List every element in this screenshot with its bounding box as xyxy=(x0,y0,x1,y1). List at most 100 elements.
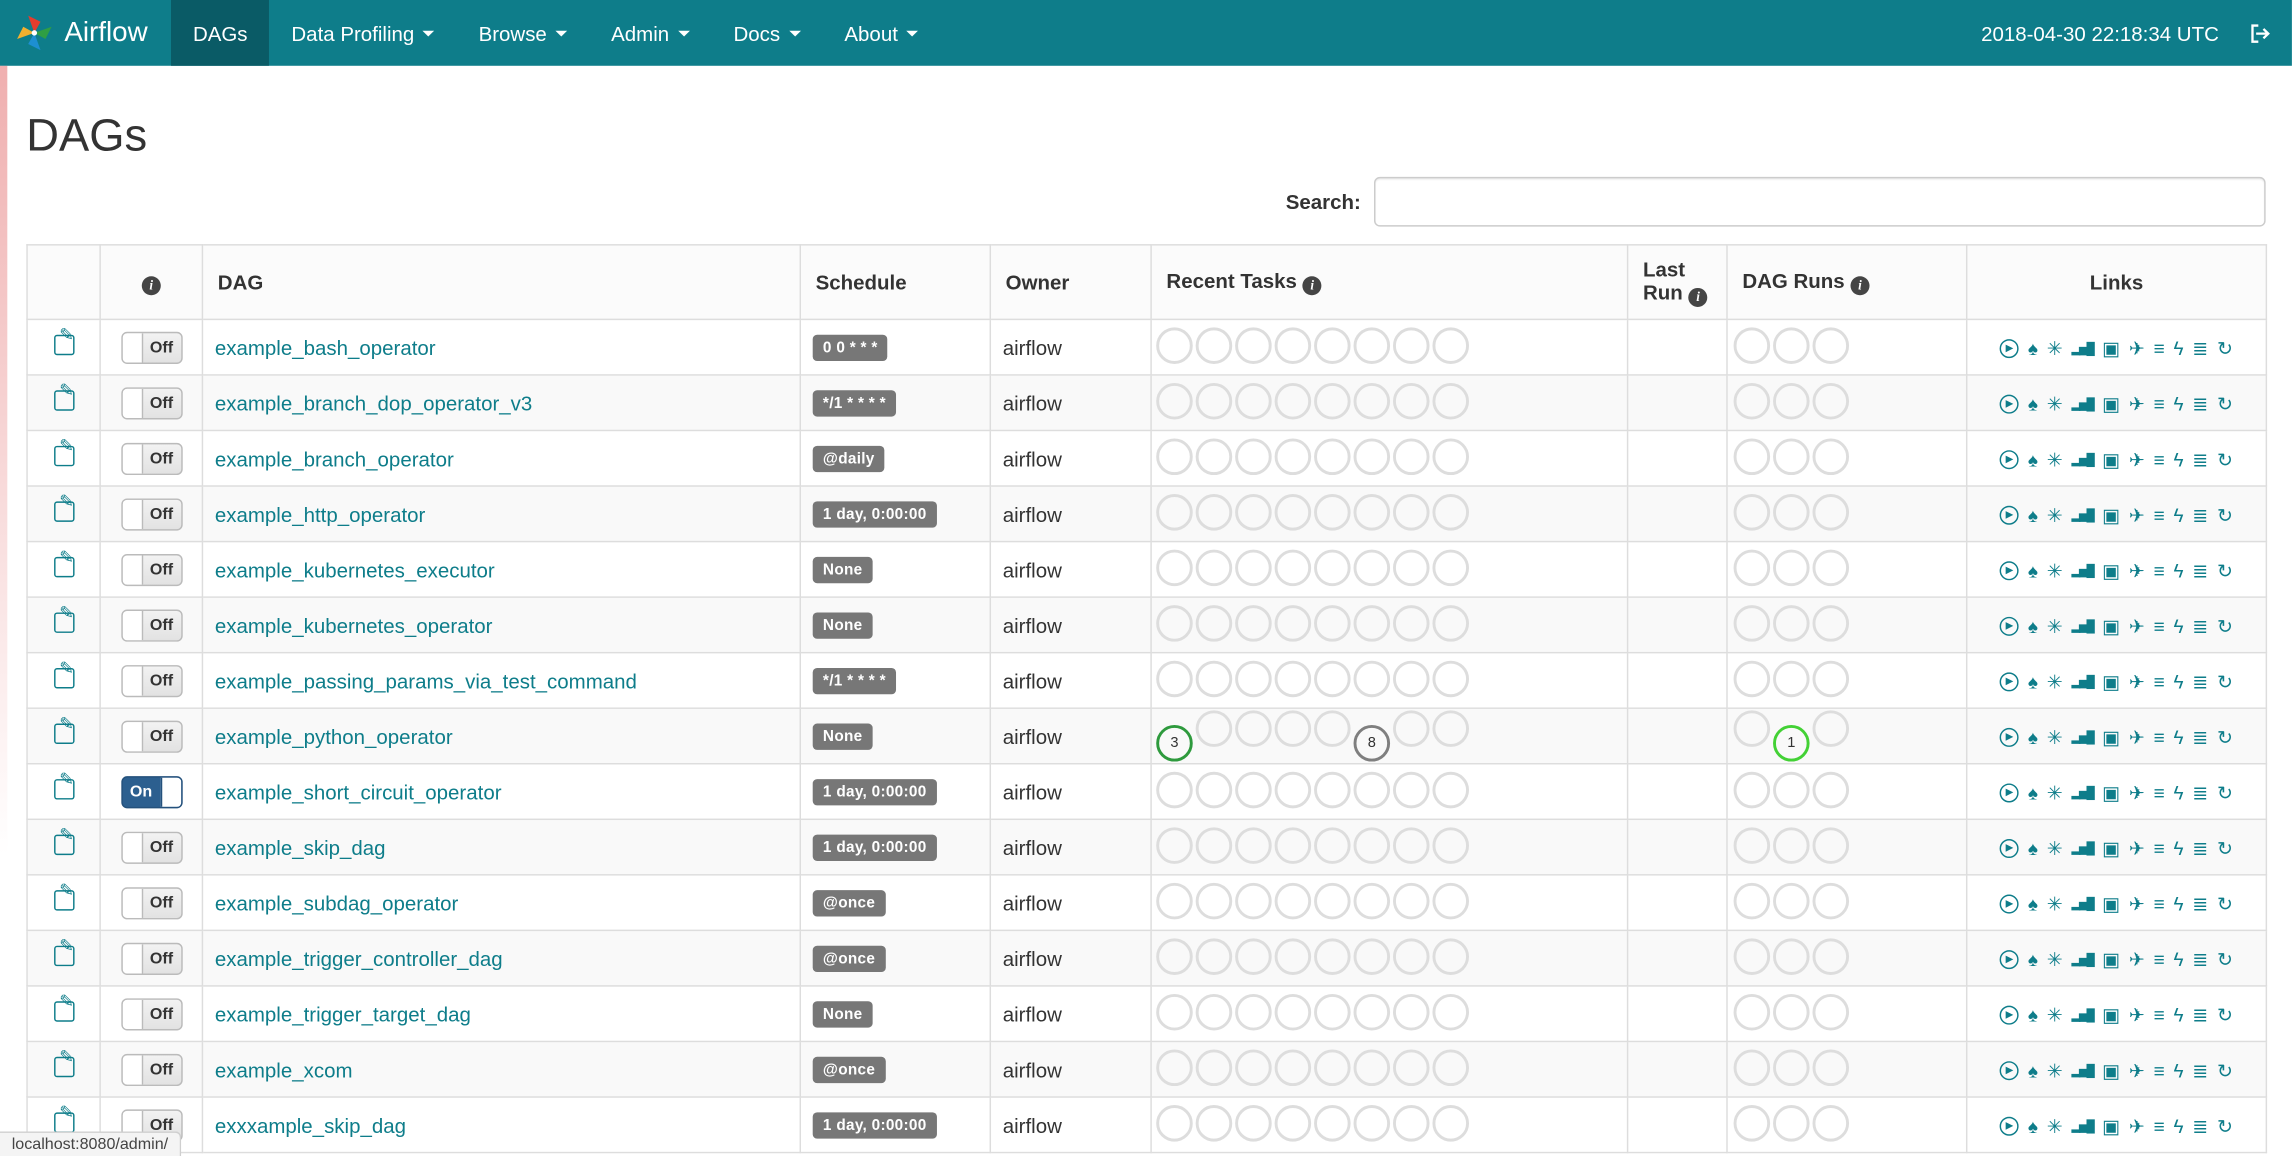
trigger-dag-icon[interactable]: ▶ xyxy=(2000,561,2020,581)
dag-link[interactable]: exxxample_skip_dag xyxy=(215,1113,406,1136)
gantt-view-icon[interactable]: ≡ xyxy=(2154,1006,2165,1025)
task-details-icon[interactable]: ≣ xyxy=(2192,1006,2208,1025)
edit-dag-icon[interactable] xyxy=(53,491,74,522)
tree-view-icon[interactable]: ♠ xyxy=(2028,617,2038,636)
dag-link[interactable]: example_kubernetes_executor xyxy=(215,558,495,581)
task-details-icon[interactable]: ≣ xyxy=(2192,895,2208,914)
dag-pause-toggle[interactable]: Off xyxy=(120,830,182,864)
refresh-icon[interactable]: ↻ xyxy=(2217,951,2233,970)
graph-view-icon[interactable]: ✳ xyxy=(2047,951,2063,970)
gantt-view-icon[interactable]: ≡ xyxy=(2154,951,2165,970)
task-duration-icon[interactable]: ▂▅█ xyxy=(2071,898,2094,911)
gantt-view-icon[interactable]: ≡ xyxy=(2154,562,2165,581)
task-tries-icon[interactable]: ▣ xyxy=(2102,617,2120,636)
gantt-view-icon[interactable]: ≡ xyxy=(2154,673,2165,692)
task-tries-icon[interactable]: ▣ xyxy=(2102,506,2120,525)
gantt-view-icon[interactable]: ≡ xyxy=(2154,506,2165,525)
landing-times-icon[interactable]: ✈ xyxy=(2129,395,2145,414)
dag-link[interactable]: example_subdag_operator xyxy=(215,891,458,914)
task-details-icon[interactable]: ≣ xyxy=(2192,1117,2208,1136)
graph-view-icon[interactable]: ✳ xyxy=(2047,895,2063,914)
task-tries-icon[interactable]: ▣ xyxy=(2102,1062,2120,1081)
task-duration-icon[interactable]: ▂▅█ xyxy=(2071,787,2094,800)
landing-times-icon[interactable]: ✈ xyxy=(2129,451,2145,470)
task-duration-icon[interactable]: ▂▅█ xyxy=(2071,953,2094,966)
dag-pause-toggle[interactable]: Off xyxy=(120,497,182,530)
graph-view-icon[interactable]: ✳ xyxy=(2047,1062,2063,1081)
nav-item-dags[interactable]: DAGs xyxy=(171,0,270,66)
dag-link[interactable]: example_xcom xyxy=(215,1058,353,1081)
recent-task-circle[interactable]: 8 xyxy=(1353,725,1391,762)
tree-view-icon[interactable]: ♠ xyxy=(2028,562,2038,581)
gantt-view-icon[interactable]: ≡ xyxy=(2154,340,2165,359)
task-tries-icon[interactable]: ▣ xyxy=(2102,951,2120,970)
tree-view-icon[interactable]: ♠ xyxy=(2028,895,2038,914)
refresh-icon[interactable]: ↻ xyxy=(2217,1062,2233,1081)
refresh-icon[interactable]: ↻ xyxy=(2217,340,2233,359)
nav-item-admin[interactable]: Admin xyxy=(589,0,711,66)
trigger-dag-icon[interactable]: ▶ xyxy=(2000,894,2020,914)
brand[interactable]: Airflow xyxy=(15,13,148,52)
dag-pause-toggle[interactable]: Off xyxy=(120,608,182,641)
task-tries-icon[interactable]: ▣ xyxy=(2102,728,2120,747)
code-view-icon[interactable]: ϟ xyxy=(2173,617,2183,636)
tree-view-icon[interactable]: ♠ xyxy=(2028,839,2038,858)
code-view-icon[interactable]: ϟ xyxy=(2173,340,2183,359)
dag-link[interactable]: example_python_operator xyxy=(215,724,453,747)
landing-times-icon[interactable]: ✈ xyxy=(2129,340,2145,359)
edit-dag-icon[interactable] xyxy=(53,324,74,356)
dag-link[interactable]: example_bash_operator xyxy=(215,335,436,358)
edit-dag-icon[interactable] xyxy=(53,713,74,745)
dag-pause-toggle[interactable]: Off xyxy=(120,386,182,419)
refresh-icon[interactable]: ↻ xyxy=(2217,506,2233,525)
dag-link[interactable]: example_passing_params_via_test_command xyxy=(215,669,637,692)
code-view-icon[interactable]: ϟ xyxy=(2173,506,2183,525)
task-duration-icon[interactable]: ▂▅█ xyxy=(2071,1009,2094,1022)
task-duration-icon[interactable]: ▂▅█ xyxy=(2071,565,2094,577)
tree-view-icon[interactable]: ♠ xyxy=(2028,451,2038,470)
dag-link[interactable]: example_trigger_controller_dag xyxy=(215,946,503,969)
edit-dag-icon[interactable] xyxy=(53,436,74,467)
gantt-view-icon[interactable]: ≡ xyxy=(2154,395,2165,414)
refresh-icon[interactable]: ↻ xyxy=(2217,728,2233,747)
graph-view-icon[interactable]: ✳ xyxy=(2047,506,2063,525)
code-view-icon[interactable]: ϟ xyxy=(2173,728,2183,747)
graph-view-icon[interactable]: ✳ xyxy=(2047,395,2063,414)
task-duration-icon[interactable]: ▂▅█ xyxy=(2071,620,2094,633)
task-details-icon[interactable]: ≣ xyxy=(2192,340,2208,359)
trigger-dag-icon[interactable]: ▶ xyxy=(2000,450,2020,470)
gantt-view-icon[interactable]: ≡ xyxy=(2154,1062,2165,1081)
dag-pause-toggle[interactable]: Off xyxy=(120,942,182,975)
gantt-view-icon[interactable]: ≡ xyxy=(2154,617,2165,636)
code-view-icon[interactable]: ϟ xyxy=(2173,784,2183,803)
edit-dag-icon[interactable] xyxy=(53,602,74,633)
landing-times-icon[interactable]: ✈ xyxy=(2129,951,2145,970)
code-view-icon[interactable]: ϟ xyxy=(2173,1006,2183,1025)
task-details-icon[interactable]: ≣ xyxy=(2192,728,2208,747)
gantt-view-icon[interactable]: ≡ xyxy=(2154,728,2165,747)
tree-view-icon[interactable]: ♠ xyxy=(2028,673,2038,692)
code-view-icon[interactable]: ϟ xyxy=(2173,895,2183,914)
trigger-dag-icon[interactable]: ▶ xyxy=(2000,728,2020,748)
dag-run-circle[interactable]: 1 xyxy=(1773,725,1810,762)
trigger-dag-icon[interactable]: ▶ xyxy=(2000,672,2020,692)
dag-pause-toggle[interactable]: On xyxy=(120,775,182,808)
dag-link[interactable]: example_branch_dop_operator_v3 xyxy=(215,391,532,414)
task-tries-icon[interactable]: ▣ xyxy=(2102,1006,2120,1025)
landing-times-icon[interactable]: ✈ xyxy=(2129,1006,2145,1025)
edit-dag-icon[interactable] xyxy=(53,991,74,1022)
refresh-icon[interactable]: ↻ xyxy=(2217,395,2233,414)
code-view-icon[interactable]: ϟ xyxy=(2173,839,2183,858)
edit-dag-icon[interactable] xyxy=(53,1047,74,1078)
task-duration-icon[interactable]: ▂▅█ xyxy=(2071,676,2094,688)
task-tries-icon[interactable]: ▣ xyxy=(2102,562,2120,581)
tree-view-icon[interactable]: ♠ xyxy=(2028,951,2038,970)
task-duration-icon[interactable]: ▂▅█ xyxy=(2071,731,2094,744)
landing-times-icon[interactable]: ✈ xyxy=(2129,673,2145,692)
task-details-icon[interactable]: ≣ xyxy=(2192,784,2208,803)
landing-times-icon[interactable]: ✈ xyxy=(2129,506,2145,525)
nav-item-about[interactable]: About xyxy=(822,0,940,66)
tree-view-icon[interactable]: ♠ xyxy=(2028,728,2038,747)
edit-dag-icon[interactable] xyxy=(53,824,74,856)
gantt-view-icon[interactable]: ≡ xyxy=(2154,839,2165,858)
